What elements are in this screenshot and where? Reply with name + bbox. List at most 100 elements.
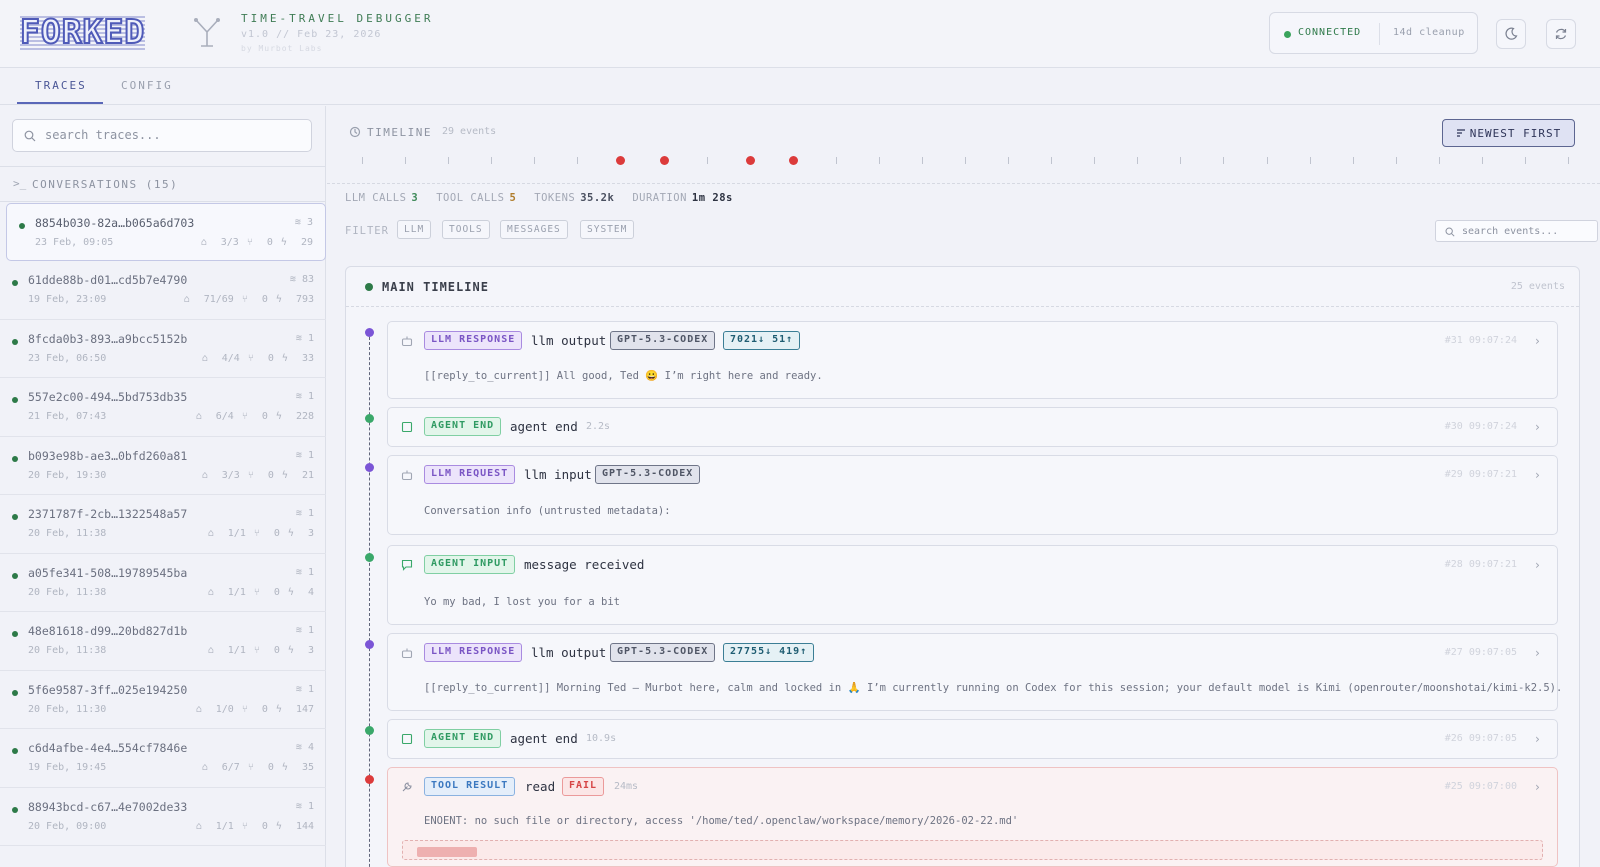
timeline-tick[interactable] <box>1309 157 1311 164</box>
newest-first-button[interactable]: NEWEST FIRST <box>1442 119 1575 147</box>
activity-icon: ϟ <box>287 645 294 656</box>
activity-icon: ϟ <box>281 762 288 773</box>
event-card[interactable]: LLM REQUEST llm input GPT-5.3-CODEX #29 … <box>387 455 1558 535</box>
filter-llm[interactable]: LLM <box>397 220 432 239</box>
refresh-button[interactable] <box>1546 19 1576 49</box>
timeline-node <box>365 640 374 649</box>
event-card[interactable]: AGENT END agent end 2.2s #30 09:07:24 › <box>387 407 1558 447</box>
chevron-right-icon[interactable]: › <box>1534 646 1541 660</box>
conversation-meta: ⌂ 1/1 ⑂ 0ϟ 3 <box>200 645 314 656</box>
conversation-item[interactable]: 61dde88b-d01…cd5b7e4790 19 Feb, 23:09 ≋ 83… <box>0 261 326 320</box>
timeline-tick[interactable] <box>706 157 708 164</box>
timeline-node <box>365 775 374 784</box>
timeline-scrubber[interactable] <box>360 154 1570 168</box>
status-dot-icon <box>12 689 18 696</box>
stat-value: 1m 28s <box>691 192 733 204</box>
trace-search-input[interactable] <box>45 128 295 142</box>
branch-icon: ⑂ <box>241 411 248 422</box>
timeline-tick[interactable] <box>1137 157 1139 164</box>
timeline-tick[interactable] <box>1094 157 1096 164</box>
conversation-item[interactable]: a05fe341-508…19789545ba 20 Feb, 11:38 ≋ 1 ⌂… <box>0 554 326 612</box>
filter-messages[interactable]: MESSAGES <box>500 220 568 239</box>
timeline-tick[interactable] <box>1481 157 1483 164</box>
filter-system[interactable]: SYSTEM <box>580 220 635 239</box>
robot-icon: ⌂ <box>195 411 202 422</box>
timeline-tick[interactable] <box>1180 157 1182 164</box>
timeline-tick[interactable] <box>965 157 966 164</box>
robot-icon: ⌂ <box>183 294 190 305</box>
trace-search[interactable] <box>12 119 312 152</box>
conversation-item[interactable]: 8fcda0b3-893…a9bcc5152b 23 Feb, 06:50 ≋ 1 ⌂… <box>0 320 326 378</box>
timeline-tick[interactable] <box>1352 157 1354 164</box>
timeline-tick[interactable] <box>1438 157 1440 164</box>
filter-tools[interactable]: TOOLS <box>442 220 490 239</box>
timeline-event-count: 29 events <box>442 126 497 137</box>
main-timeline-count: 25 events <box>1510 281 1565 292</box>
chevron-right-icon[interactable]: › <box>1534 468 1541 482</box>
timeline-marker[interactable] <box>616 156 626 165</box>
event-card[interactable]: AGENT END agent end 10.9s #26 09:07:05 › <box>387 719 1558 759</box>
timeline-node <box>365 726 374 735</box>
sort-icon <box>1456 129 1465 137</box>
event-body: ENOENT: no such file or directory, acces… <box>424 815 1019 827</box>
timeline-tick[interactable] <box>878 157 880 164</box>
timeline-tick[interactable] <box>1008 157 1010 164</box>
square-icon <box>401 733 413 745</box>
conversation-item[interactable]: 88943bcd-c67…4e7002de33 20 Feb, 09:00 ≋ 1 ⌂… <box>0 788 326 846</box>
timeline-tick[interactable] <box>362 157 363 164</box>
timeline-marker[interactable] <box>745 156 755 165</box>
conversation-item[interactable]: 48e81618-d99…20bd827d1b 20 Feb, 11:38 ≋ 1 ⌂… <box>0 612 326 671</box>
error-detail-bar <box>402 840 1543 860</box>
timeline-tick[interactable] <box>491 157 493 164</box>
conversations-header[interactable]: >_ CONVERSATIONS (15) <box>0 166 326 202</box>
conversation-item[interactable]: 2371787f-2cb…1322548a57 20 Feb, 11:38 ≋ 1 ⌂… <box>0 495 326 554</box>
timeline-tick[interactable] <box>1395 157 1397 164</box>
event-type-badge: LLM REQUEST <box>424 465 516 484</box>
timeline-tick[interactable] <box>1051 157 1053 164</box>
theme-toggle-button[interactable] <box>1496 19 1526 49</box>
conversation-date: 20 Feb, 11:30 <box>28 703 107 715</box>
event-card-failed[interactable]: TOOL RESULT read FAIL 24ms #25 09:07:00 … <box>387 767 1558 867</box>
timeline-tick[interactable] <box>1223 157 1225 164</box>
timeline-tick[interactable] <box>448 157 450 164</box>
tab-traces[interactable]: TRACES <box>35 79 87 92</box>
timeline-tick[interactable] <box>1266 157 1268 164</box>
conversation-item[interactable]: 557e2c00-494…5bd753db35 21 Feb, 07:43 ≋ 1 ⌂… <box>0 378 326 437</box>
timeline-tick[interactable] <box>1568 157 1569 164</box>
event-card[interactable]: LLM RESPONSE llm output GPT-5.3-CODEX 70… <box>387 321 1558 399</box>
event-card[interactable]: AGENT INPUT message received #28 09:07:2… <box>387 545 1558 625</box>
llm-count: 1/1 <box>227 528 246 539</box>
conversation-count: ≋ 1 <box>296 508 314 519</box>
conversation-item[interactable]: c6d4afbe-4e4…554cf7846e 19 Feb, 19:45 ≋ 4 ⌂… <box>0 729 326 788</box>
timeline-marker[interactable] <box>659 156 669 165</box>
fork-count: 0 <box>273 586 280 598</box>
timeline-tick[interactable] <box>921 157 923 164</box>
conversation-count-value: 1 <box>307 332 314 344</box>
tab-config[interactable]: CONFIG <box>121 79 173 92</box>
chevron-right-icon[interactable]: › <box>1534 558 1541 572</box>
chevron-right-icon[interactable]: › <box>1534 732 1541 746</box>
chevron-right-icon[interactable]: › <box>1534 780 1541 794</box>
event-body: [[reply_to_current]] Morning Ted — Murbo… <box>424 682 1563 694</box>
forked-logo: FORKED <box>19 12 146 51</box>
timeline-tick[interactable] <box>835 157 837 164</box>
model-badge: GPT-5.3-CODEX <box>610 643 716 662</box>
conversation-item[interactable]: b093e98b-ae3…0bfd260a81 20 Feb, 19:30 ≋ 1 ⌂… <box>0 437 326 495</box>
event-duration: 10.9s <box>586 733 617 744</box>
chevron-right-icon[interactable]: › <box>1534 420 1541 434</box>
timeline-tick[interactable] <box>577 157 579 164</box>
branch-icon: ⑂ <box>253 645 260 656</box>
chevron-right-icon[interactable]: › <box>1534 334 1541 348</box>
timeline-tick[interactable] <box>534 157 536 164</box>
conversation-item[interactable]: 8854b030-82a…b065a6d703 23 Feb, 09:05 ≋ 3 ⌂… <box>6 203 326 261</box>
event-filters: FILTER LLM TOOLS MESSAGES SYSTEM search … <box>345 220 1598 242</box>
timeline-marker[interactable] <box>788 156 798 165</box>
timeline-tick[interactable] <box>405 157 407 164</box>
event-card[interactable]: LLM RESPONSE llm output GPT-5.3-CODEX 27… <box>387 633 1562 711</box>
connection-label: CONNECTED <box>1298 27 1362 38</box>
timeline-tick[interactable] <box>1524 157 1526 164</box>
event-search[interactable]: search events... <box>1435 220 1598 242</box>
event-title: read <box>525 779 556 794</box>
conversation-item[interactable]: 5f6e9587-3ff…025e194250 20 Feb, 11:30 ≋ 1 ⌂… <box>0 671 326 729</box>
timeline-node <box>365 414 374 423</box>
